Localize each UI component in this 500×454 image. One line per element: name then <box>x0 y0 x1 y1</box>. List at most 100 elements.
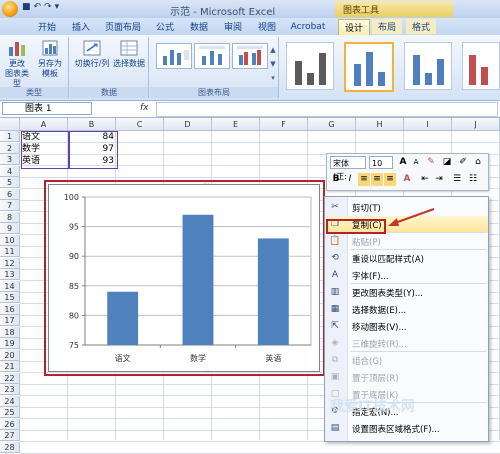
tab-formulas[interactable]: 公式 <box>150 19 180 34</box>
context-menu-item-font[interactable]: A 字体(F)... <box>325 267 488 284</box>
column-header-f[interactable]: F <box>260 118 308 131</box>
row-header-6[interactable]: 6 <box>0 188 20 200</box>
italic-button[interactable]: I <box>344 173 356 186</box>
bar-3[interactable] <box>257 238 289 345</box>
row-header-9[interactable]: 9 <box>0 223 20 234</box>
save-as-template-button[interactable]: 另存为 模板 <box>34 39 66 79</box>
fx-icon[interactable]: fx <box>140 103 149 113</box>
chart-style-4[interactable] <box>462 42 500 90</box>
column-header-e[interactable]: E <box>212 118 260 131</box>
row-header-27[interactable]: 27 <box>0 430 20 441</box>
select-all-corner[interactable] <box>0 118 20 131</box>
row-header-18[interactable]: 18 <box>0 326 20 338</box>
tab-view[interactable]: 视图 <box>252 19 282 34</box>
grow-font-button[interactable]: A <box>397 156 409 169</box>
row-header-3[interactable]: 3 <box>0 154 20 165</box>
save-icon[interactable]: ■ <box>22 2 31 12</box>
row-header-20[interactable]: 20 <box>0 349 20 361</box>
tab-home[interactable]: 开始 <box>32 19 62 34</box>
column-header-i[interactable]: I <box>404 118 452 131</box>
column-header-c[interactable]: C <box>116 118 164 131</box>
name-box[interactable]: 图表 1 <box>2 102 92 115</box>
undo-icon[interactable]: ↶ <box>34 2 42 12</box>
row-header-7[interactable]: 7 <box>0 200 20 211</box>
column-header-h[interactable]: H <box>356 118 404 131</box>
row-header-25[interactable]: 25 <box>0 407 20 418</box>
numbering-icon[interactable]: ☷ <box>467 173 479 186</box>
row-header-28[interactable]: 28 <box>0 441 20 453</box>
context-menu-item-format-area[interactable]: ▤ 设置图表区域格式(F)... <box>325 420 488 437</box>
row-header-5[interactable]: 5 <box>0 177 20 188</box>
column-header-g[interactable]: G <box>308 118 356 131</box>
row-header-26[interactable]: 26 <box>0 418 20 430</box>
row-header-2[interactable]: 2 <box>0 142 20 154</box>
context-menu-item-select-data[interactable]: ▦ 选择数据(E)... <box>325 301 488 318</box>
office-button[interactable] <box>2 1 18 17</box>
row-header-13[interactable]: 13 <box>0 269 20 280</box>
chart-style-1[interactable] <box>286 42 334 90</box>
row-header-11[interactable]: 11 <box>0 246 20 257</box>
font-size-box[interactable]: 10 <box>369 156 393 169</box>
row-header-14[interactable]: 14 <box>0 280 20 292</box>
column-header-j[interactable]: J <box>452 118 500 131</box>
row-header-15[interactable]: 15 <box>0 292 20 303</box>
chart-area[interactable]: 75 80 85 90 95 100 语文 数学 英语 <box>48 184 320 372</box>
font-color-button[interactable]: A <box>401 173 413 186</box>
chart-layout-2[interactable] <box>194 43 230 69</box>
context-menu-item-chart-type[interactable]: ▥ 更改图表类型(Y)... <box>325 284 488 301</box>
select-data-button[interactable]: 选择数据 <box>112 39 146 69</box>
context-menu-item-move-chart[interactable]: ⇱ 移动图表(V)... <box>325 318 488 335</box>
column-header-d[interactable]: D <box>164 118 212 131</box>
switch-row-column-button[interactable]: 切换行/列 <box>74 39 110 69</box>
decrease-indent-icon[interactable]: ⇤ <box>419 173 431 186</box>
row-header-12[interactable]: 12 <box>0 257 20 269</box>
eraser-icon[interactable]: ✎ <box>425 156 437 169</box>
row-header-17[interactable]: 17 <box>0 315 20 326</box>
bullets-icon[interactable]: ☰ <box>451 173 463 186</box>
row-header-23[interactable]: 23 <box>0 384 20 395</box>
increase-indent-icon[interactable]: ⇥ <box>433 173 445 186</box>
tab-design[interactable]: 设计 <box>338 19 370 35</box>
redo-icon[interactable]: ↷ <box>44 2 52 12</box>
change-chart-type-button[interactable]: 更改 图表类型 <box>2 39 32 89</box>
column-header-a[interactable]: A <box>20 118 68 131</box>
tab-insert[interactable]: 插入 <box>66 19 96 34</box>
tab-format[interactable]: 格式 <box>406 19 436 34</box>
row-header-21[interactable]: 21 <box>0 361 20 372</box>
bar-2[interactable] <box>182 214 214 345</box>
bar-chart[interactable]: 75 80 85 90 95 100 语文 数学 英语 <box>49 185 319 371</box>
row-header-24[interactable]: 24 <box>0 395 20 407</box>
qat-dropdown-icon[interactable]: ▾ <box>55 2 60 12</box>
row-header-8[interactable]: 8 <box>0 211 20 223</box>
column-header-b[interactable]: B <box>68 118 116 131</box>
row-header-16[interactable]: 16 <box>0 303 20 315</box>
bold-button[interactable]: B <box>330 173 342 186</box>
row-header-1[interactable]: 1 <box>0 131 20 142</box>
tab-review[interactable]: 审阅 <box>218 19 248 34</box>
layout-gallery-scroll[interactable]: ▲ ▼ ▾ <box>268 43 278 87</box>
fill-color-icon[interactable]: ◪ <box>441 156 453 169</box>
tab-data[interactable]: 数据 <box>184 19 214 34</box>
align-right-button[interactable]: ≡ <box>384 173 396 186</box>
row-header-4[interactable]: 4 <box>0 165 20 177</box>
resize-handle-bottom[interactable]: ⋯ <box>203 368 209 375</box>
row-header-19[interactable]: 19 <box>0 338 20 349</box>
row-header-22[interactable]: 22 <box>0 372 20 384</box>
chart-style-3[interactable] <box>404 42 452 90</box>
chart-style-2[interactable] <box>344 42 394 92</box>
row-header-10[interactable]: 10 <box>0 234 20 246</box>
font-name-box[interactable]: 宋体 (正: <box>330 156 366 181</box>
context-menu-item-reset-style[interactable]: ⟲ 重设以匹配样式(A) <box>325 250 488 267</box>
tab-page-layout[interactable]: 页面布局 <box>100 19 146 34</box>
chart-layout-3[interactable] <box>232 43 268 69</box>
formula-input[interactable] <box>156 102 498 117</box>
bar-1[interactable] <box>107 291 139 345</box>
tab-acrobat[interactable]: Acrobat <box>288 19 328 34</box>
line-color-icon[interactable]: ✐ <box>457 156 469 169</box>
chart-layout-1[interactable] <box>156 43 192 69</box>
align-center-button[interactable]: ≡ <box>371 173 383 186</box>
shrink-font-button[interactable]: A <box>410 156 422 169</box>
align-left-button[interactable]: ≡ <box>358 173 370 186</box>
resize-handle-top[interactable]: ⋯ <box>203 180 209 187</box>
tab-layout[interactable]: 布局 <box>372 19 402 34</box>
